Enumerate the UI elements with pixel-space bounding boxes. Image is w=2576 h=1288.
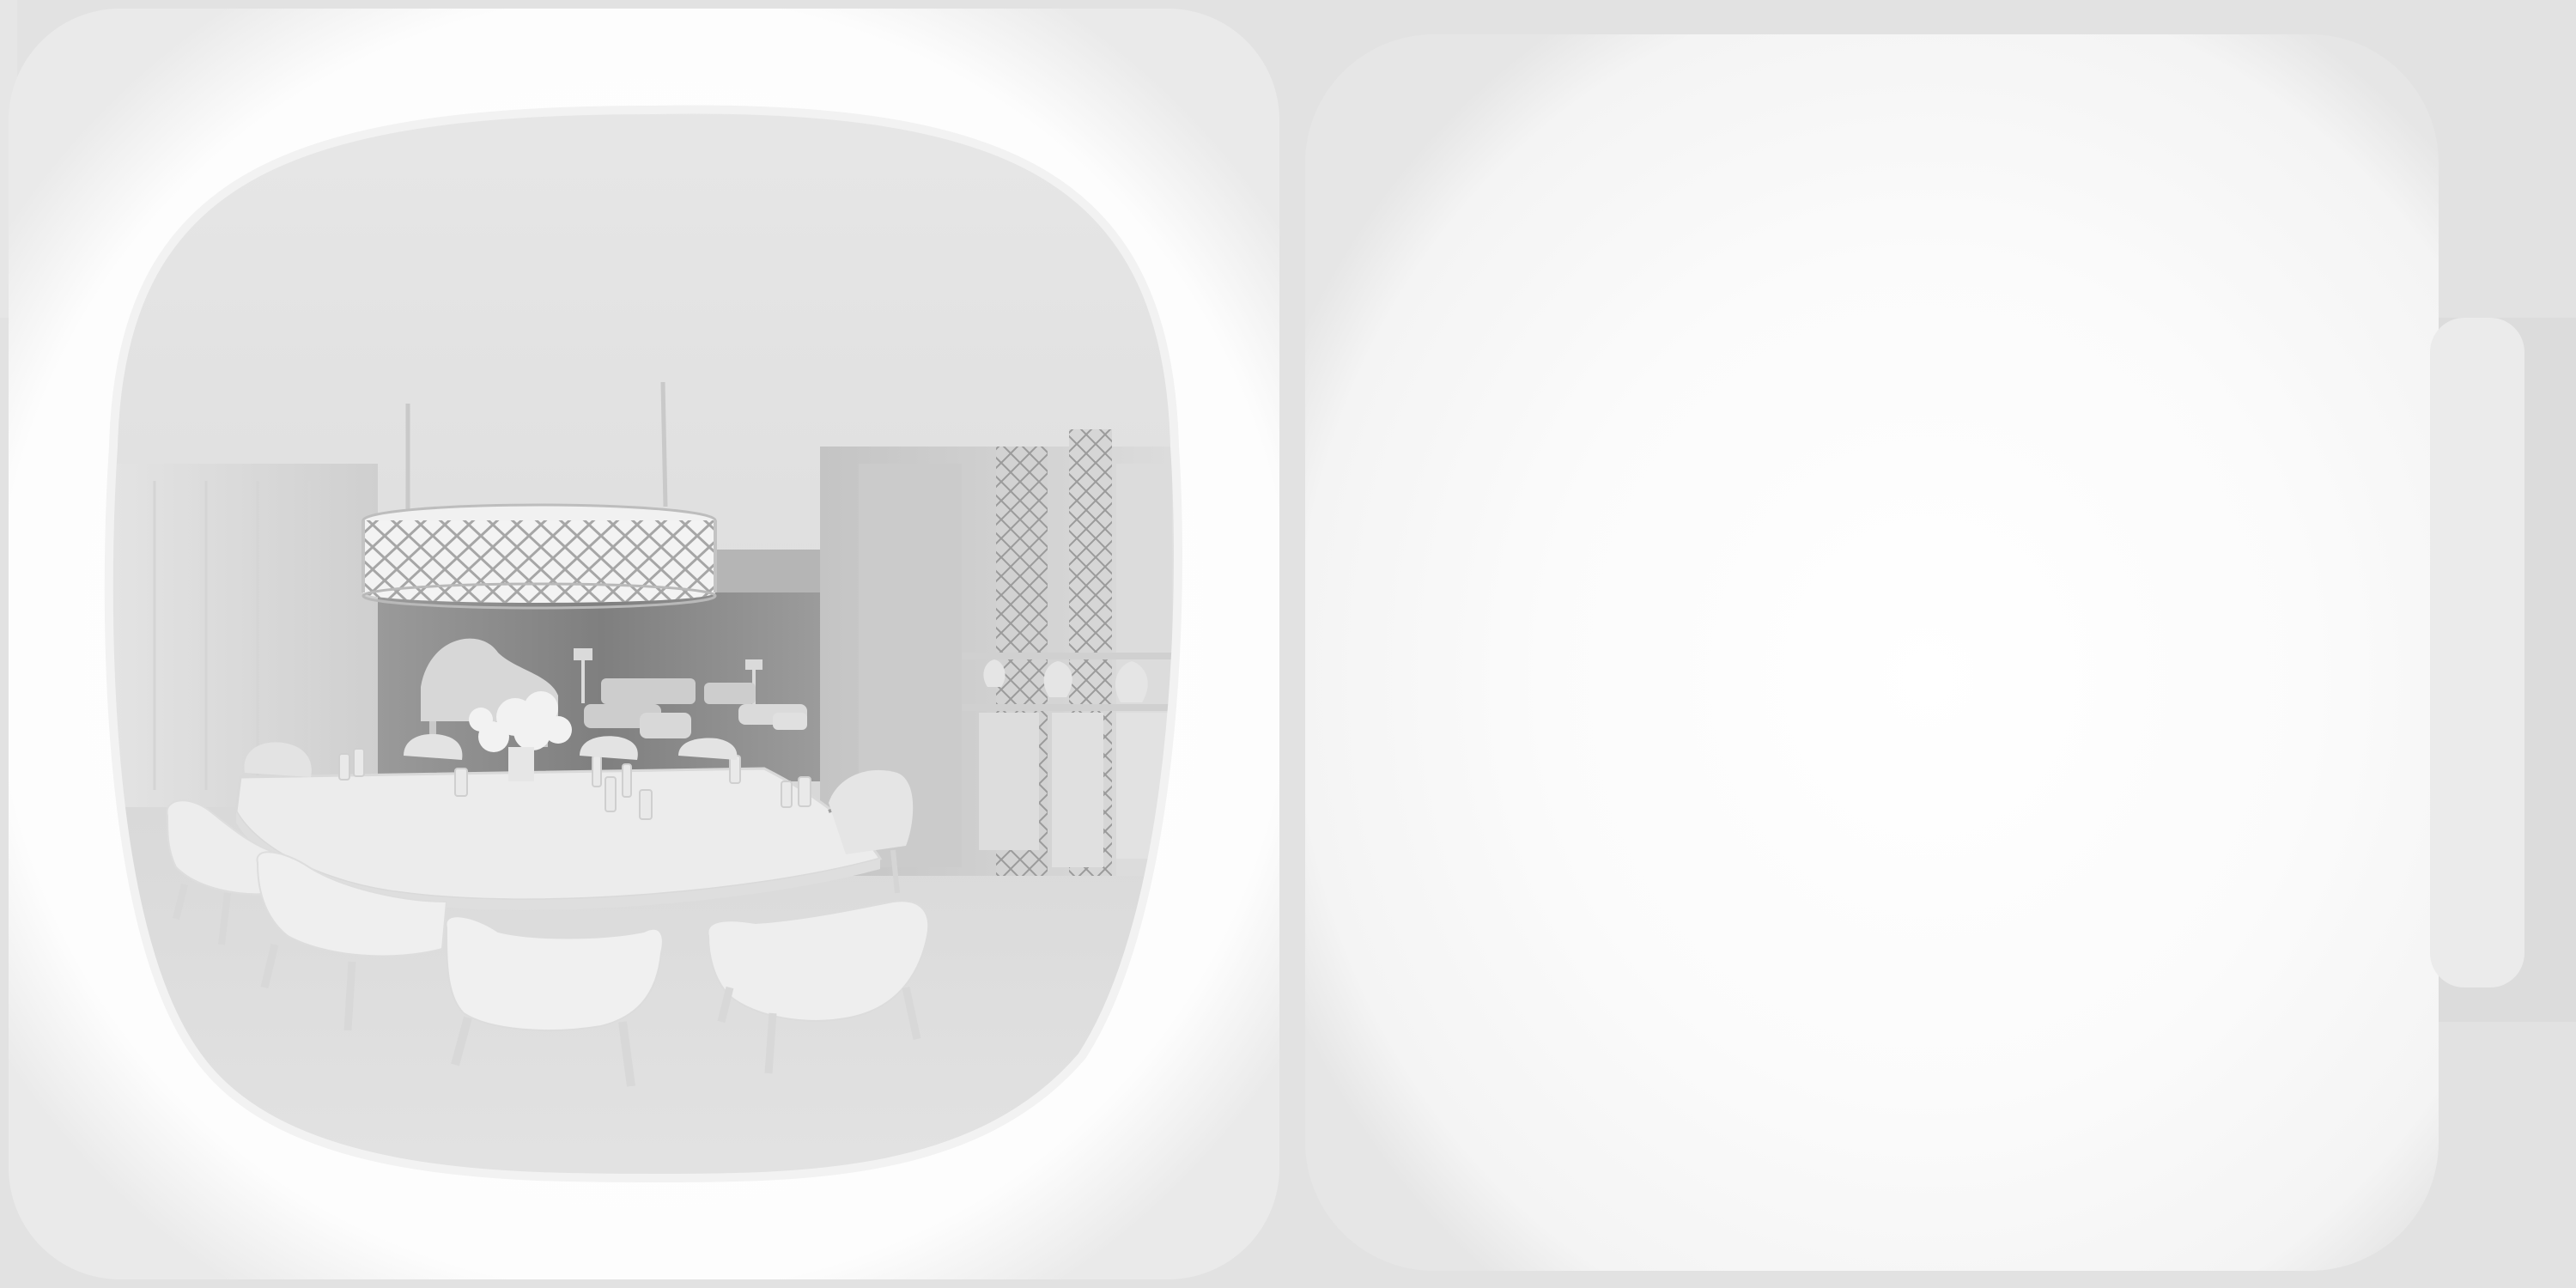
chandelier-chain-right xyxy=(660,381,668,507)
room-viewport xyxy=(108,109,1178,1179)
right-panel xyxy=(1305,34,2439,1271)
left-wall xyxy=(108,464,378,807)
right-panel-tail xyxy=(2430,318,2524,987)
depth-map-scene xyxy=(0,0,2576,1288)
chandelier-icon xyxy=(361,503,717,610)
